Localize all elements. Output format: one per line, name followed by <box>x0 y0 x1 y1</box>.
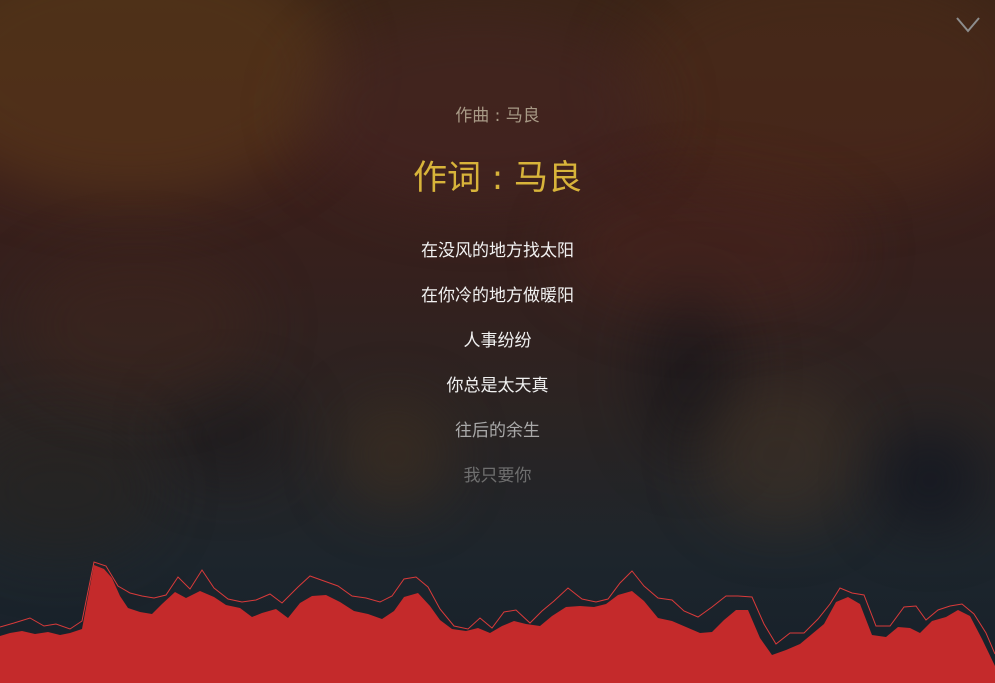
lyric-line: 往后的余生 <box>455 421 540 441</box>
lyric-line: 在没风的地方找太阳 <box>421 241 574 261</box>
chevron-down-icon <box>956 17 980 33</box>
visualizer-bars <box>0 565 995 683</box>
lyric-line-current: 作词 : 马良 <box>412 158 583 198</box>
background-blur <box>700 380 860 530</box>
lyric-line: 我只要你 <box>463 466 532 486</box>
lyrics-player-view: 作曲 : 马良 作词 : 马良 在没风的地方找太阳 在你冷的地方做暖阳 人事纷纷… <box>0 0 995 683</box>
lyric-line-composer: 作曲 : 马良 <box>455 106 540 126</box>
lyric-line: 你总是太天真 <box>446 376 549 396</box>
collapse-button[interactable] <box>954 14 982 36</box>
lyric-line: 人事纷纷 <box>463 331 532 351</box>
background-blur <box>0 420 160 560</box>
lyric-line: 在你冷的地方做暖阳 <box>421 286 574 306</box>
audio-visualizer <box>0 561 995 683</box>
